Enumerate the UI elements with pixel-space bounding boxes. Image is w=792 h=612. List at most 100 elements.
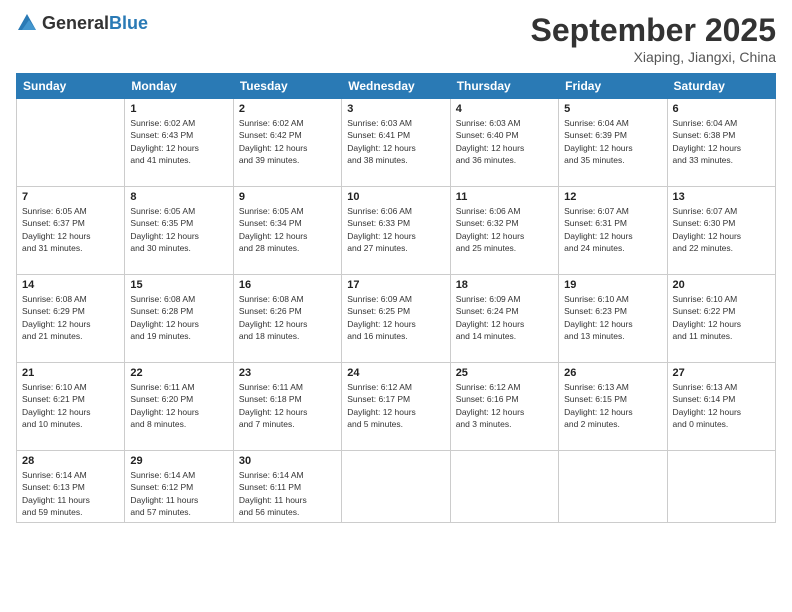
calendar-cell: 12Sunrise: 6:07 AM Sunset: 6:31 PM Dayli…	[559, 187, 667, 275]
day-info: Sunrise: 6:13 AM Sunset: 6:14 PM Dayligh…	[673, 381, 770, 430]
day-info: Sunrise: 6:08 AM Sunset: 6:26 PM Dayligh…	[239, 293, 336, 342]
day-number: 20	[673, 279, 770, 291]
calendar-cell: 25 Sunrise: 6:12 AM Sunset: 6:16 PM Dayli…	[450, 363, 558, 451]
day-number: 17	[347, 279, 444, 291]
day-number: 15	[130, 279, 227, 291]
calendar-cell: 27 Sunrise: 6:13 AM Sunset: 6:14 PM Dayli…	[667, 363, 775, 451]
day-info: Sunrise: 6:14 AM Sunset: 6:13 PM Dayligh…	[22, 469, 119, 518]
day-number: 1	[130, 103, 227, 115]
day-number: 28	[22, 455, 119, 467]
day-info: Sunrise: 6:06 AM Sunset: 6:33 PM Dayligh…	[347, 205, 444, 254]
calendar-cell: 11 Sunrise: 6:06 AM Sunset: 6:32 PM Dayli…	[450, 187, 558, 275]
calendar-cell: 5Sunrise: 6:04 AM Sunset: 6:39 PM Daylig…	[559, 99, 667, 187]
logo: GeneralBlue	[16, 12, 148, 34]
day-number: 16	[239, 279, 336, 291]
day-info: Sunrise: 6:02 AM Sunset: 6:42 PM Dayligh…	[239, 117, 336, 166]
page: GeneralBlue September 2025 Xiaping, Jian…	[0, 0, 792, 612]
calendar-cell: 9Sunrise: 6:05 AM Sunset: 6:34 PM Daylig…	[233, 187, 341, 275]
day-info: Sunrise: 6:08 AM Sunset: 6:29 PM Dayligh…	[22, 293, 119, 342]
calendar-cell	[342, 451, 450, 523]
day-number: 14	[22, 279, 119, 291]
day-info: Sunrise: 6:10 AM Sunset: 6:23 PM Dayligh…	[564, 293, 661, 342]
calendar-cell: 7 Sunrise: 6:05 AM Sunset: 6:37 PM Daylig…	[17, 187, 125, 275]
day-info: Sunrise: 6:03 AM Sunset: 6:41 PM Dayligh…	[347, 117, 444, 166]
weekday-sunday: Sunday	[17, 74, 125, 99]
day-number: 8	[130, 191, 227, 203]
day-info: Sunrise: 6:07 AM Sunset: 6:30 PM Dayligh…	[673, 205, 770, 254]
calendar-cell	[667, 451, 775, 523]
calendar-cell: 1Sunrise: 6:02 AM Sunset: 6:43 PM Daylig…	[125, 99, 233, 187]
day-info: Sunrise: 6:12 AM Sunset: 6:16 PM Dayligh…	[456, 381, 553, 430]
day-info: Sunrise: 6:12 AM Sunset: 6:17 PM Dayligh…	[347, 381, 444, 430]
month-title: September 2025	[531, 12, 776, 49]
day-info: Sunrise: 6:05 AM Sunset: 6:35 PM Dayligh…	[130, 205, 227, 254]
week-row-3: 14 Sunrise: 6:08 AM Sunset: 6:29 PM Dayli…	[17, 275, 776, 363]
day-number: 18	[456, 279, 553, 291]
day-info: Sunrise: 6:08 AM Sunset: 6:28 PM Dayligh…	[130, 293, 227, 342]
day-number: 21	[22, 367, 119, 379]
day-number: 2	[239, 103, 336, 115]
day-info: Sunrise: 6:05 AM Sunset: 6:37 PM Dayligh…	[22, 205, 119, 254]
calendar-cell: 24Sunrise: 6:12 AM Sunset: 6:17 PM Dayli…	[342, 363, 450, 451]
week-row-5: 28 Sunrise: 6:14 AM Sunset: 6:13 PM Dayli…	[17, 451, 776, 523]
day-number: 10	[347, 191, 444, 203]
header: GeneralBlue September 2025 Xiaping, Jian…	[16, 12, 776, 65]
day-number: 11	[456, 191, 553, 203]
day-number: 4	[456, 103, 553, 115]
calendar-cell: 10 Sunrise: 6:06 AM Sunset: 6:33 PM Dayli…	[342, 187, 450, 275]
day-info: Sunrise: 6:14 AM Sunset: 6:12 PM Dayligh…	[130, 469, 227, 518]
day-number: 22	[130, 367, 227, 379]
day-number: 26	[564, 367, 661, 379]
day-number: 27	[673, 367, 770, 379]
day-info: Sunrise: 6:04 AM Sunset: 6:38 PM Dayligh…	[673, 117, 770, 166]
calendar-cell: 13Sunrise: 6:07 AM Sunset: 6:30 PM Dayli…	[667, 187, 775, 275]
calendar-cell: 21 Sunrise: 6:10 AM Sunset: 6:21 PM Dayli…	[17, 363, 125, 451]
calendar-cell: 29 Sunrise: 6:14 AM Sunset: 6:12 PM Dayli…	[125, 451, 233, 523]
calendar-body: 1Sunrise: 6:02 AM Sunset: 6:43 PM Daylig…	[17, 99, 776, 523]
day-info: Sunrise: 6:09 AM Sunset: 6:24 PM Dayligh…	[456, 293, 553, 342]
day-number: 30	[239, 455, 336, 467]
day-number: 19	[564, 279, 661, 291]
day-info: Sunrise: 6:10 AM Sunset: 6:21 PM Dayligh…	[22, 381, 119, 430]
calendar-cell: 23Sunrise: 6:11 AM Sunset: 6:18 PM Dayli…	[233, 363, 341, 451]
day-info: Sunrise: 6:09 AM Sunset: 6:25 PM Dayligh…	[347, 293, 444, 342]
location: Xiaping, Jiangxi, China	[531, 49, 776, 65]
calendar-cell: 22 Sunrise: 6:11 AM Sunset: 6:20 PM Dayli…	[125, 363, 233, 451]
calendar-cell: 19 Sunrise: 6:10 AM Sunset: 6:23 PM Dayli…	[559, 275, 667, 363]
calendar-cell	[17, 99, 125, 187]
calendar-cell: 4 Sunrise: 6:03 AM Sunset: 6:40 PM Daylig…	[450, 99, 558, 187]
day-number: 23	[239, 367, 336, 379]
day-number: 9	[239, 191, 336, 203]
day-info: Sunrise: 6:10 AM Sunset: 6:22 PM Dayligh…	[673, 293, 770, 342]
weekday-wednesday: Wednesday	[342, 74, 450, 99]
day-number: 3	[347, 103, 444, 115]
weekday-tuesday: Tuesday	[233, 74, 341, 99]
calendar-cell: 15 Sunrise: 6:08 AM Sunset: 6:28 PM Dayli…	[125, 275, 233, 363]
week-row-1: 1Sunrise: 6:02 AM Sunset: 6:43 PM Daylig…	[17, 99, 776, 187]
calendar-cell	[450, 451, 558, 523]
calendar-cell: 26Sunrise: 6:13 AM Sunset: 6:15 PM Dayli…	[559, 363, 667, 451]
weekday-monday: Monday	[125, 74, 233, 99]
calendar-cell: 3 Sunrise: 6:03 AM Sunset: 6:41 PM Daylig…	[342, 99, 450, 187]
logo-icon	[16, 12, 38, 34]
weekday-friday: Friday	[559, 74, 667, 99]
week-row-4: 21 Sunrise: 6:10 AM Sunset: 6:21 PM Dayli…	[17, 363, 776, 451]
calendar-cell: 17 Sunrise: 6:09 AM Sunset: 6:25 PM Dayli…	[342, 275, 450, 363]
day-number: 5	[564, 103, 661, 115]
calendar-cell: 28 Sunrise: 6:14 AM Sunset: 6:13 PM Dayli…	[17, 451, 125, 523]
calendar-cell: 2 Sunrise: 6:02 AM Sunset: 6:42 PM Daylig…	[233, 99, 341, 187]
weekday-row: SundayMondayTuesdayWednesdayThursdayFrid…	[17, 74, 776, 99]
week-row-2: 7 Sunrise: 6:05 AM Sunset: 6:37 PM Daylig…	[17, 187, 776, 275]
day-info: Sunrise: 6:03 AM Sunset: 6:40 PM Dayligh…	[456, 117, 553, 166]
day-number: 25	[456, 367, 553, 379]
calendar-cell: 8 Sunrise: 6:05 AM Sunset: 6:35 PM Daylig…	[125, 187, 233, 275]
day-number: 29	[130, 455, 227, 467]
day-info: Sunrise: 6:11 AM Sunset: 6:20 PM Dayligh…	[130, 381, 227, 430]
calendar-header: SundayMondayTuesdayWednesdayThursdayFrid…	[17, 74, 776, 99]
day-info: Sunrise: 6:06 AM Sunset: 6:32 PM Dayligh…	[456, 205, 553, 254]
day-number: 7	[22, 191, 119, 203]
title-block: September 2025 Xiaping, Jiangxi, China	[531, 12, 776, 65]
day-info: Sunrise: 6:14 AM Sunset: 6:11 PM Dayligh…	[239, 469, 336, 518]
day-number: 6	[673, 103, 770, 115]
calendar-cell: 30 Sunrise: 6:14 AM Sunset: 6:11 PM Dayli…	[233, 451, 341, 523]
